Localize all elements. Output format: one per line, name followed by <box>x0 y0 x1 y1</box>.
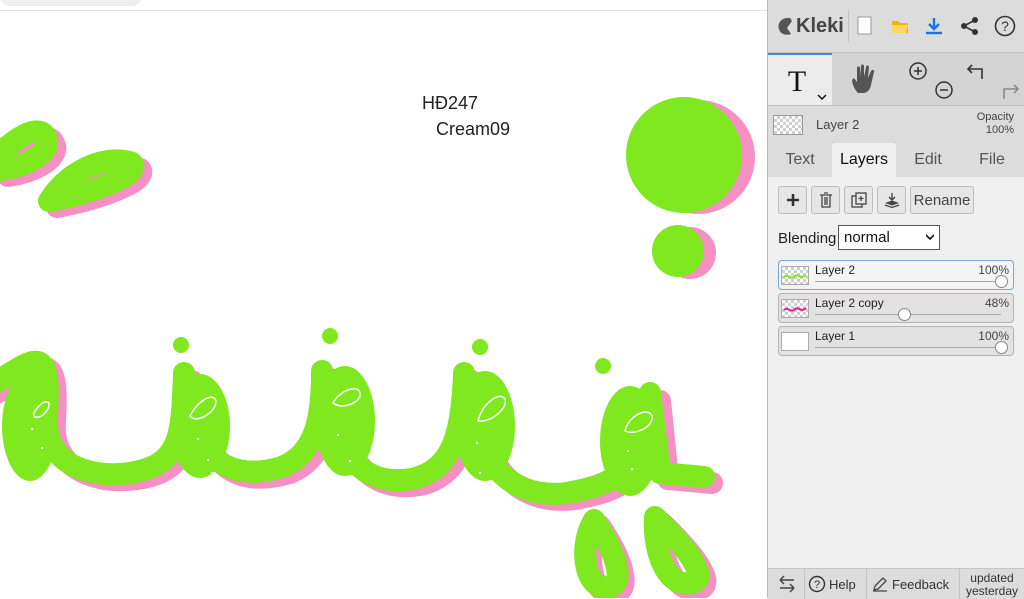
tab-edit[interactable]: Edit <box>896 143 960 177</box>
swap-arrows-icon[interactable] <box>776 575 798 593</box>
updated-line-2: yesterday <box>965 584 1019 598</box>
current-layer-info: Layer 2 Opacity 100% <box>768 106 1024 143</box>
canvas-drawing <box>0 97 755 598</box>
download-icon[interactable] <box>922 14 946 38</box>
duplicate-icon <box>850 192 867 208</box>
layer-thumbnail <box>781 299 809 318</box>
layer-opacity: 48% <box>984 296 1009 310</box>
rename-layer-button[interactable]: Rename <box>910 186 974 214</box>
kleki-logo[interactable]: Kleki <box>776 12 844 40</box>
opacity-slider-track <box>815 281 1001 282</box>
layer-name: Layer 2 <box>815 263 856 277</box>
redo-icon[interactable] <box>1003 84 1020 99</box>
current-layer-thumbnail <box>773 115 803 135</box>
opacity-label: Opacity <box>976 111 1014 123</box>
divider <box>866 569 867 599</box>
text-tool-icon: T <box>788 65 827 101</box>
updated-note[interactable]: updated yesterday <box>961 572 1023 598</box>
plus-icon <box>786 194 799 206</box>
drawing-canvas[interactable]: HĐ247 Cream09 <box>0 11 767 598</box>
tool-row: T <box>768 53 1024 106</box>
top-toolbar: Kleki ? <box>768 0 1024 53</box>
zoom-in-icon[interactable] <box>909 62 927 80</box>
delete-layer-button[interactable] <box>811 186 840 214</box>
layer-name: Layer 2 copy <box>815 296 884 310</box>
side-panel: Kleki ? T Layer 2 Opacity 100% Text Laye… <box>767 0 1024 599</box>
merge-down-button[interactable] <box>877 186 906 214</box>
help-circle-icon[interactable]: ? <box>993 14 1017 38</box>
help-button[interactable]: ? Help <box>808 575 856 593</box>
add-layer-button[interactable] <box>778 186 807 214</box>
divider <box>959 569 960 599</box>
layer-thumbnail <box>781 266 809 285</box>
feedback-label: Feedback <box>892 576 950 592</box>
layer-thumbnail <box>781 332 809 351</box>
zoom-buttons <box>898 53 958 105</box>
new-image-icon[interactable] <box>853 14 877 38</box>
help-label: Help <box>829 576 856 592</box>
undo-redo-buttons <box>962 53 1024 105</box>
current-layer-name: Layer 2 <box>816 117 860 132</box>
bottom-bar: ? Help Feedback updated yesterday <box>768 568 1024 599</box>
chevron-down-icon <box>926 234 934 241</box>
open-folder-icon[interactable] <box>888 14 912 38</box>
blending-select[interactable]: normal <box>838 225 940 250</box>
layer-row-layer-1[interactable]: Layer 1 100% <box>778 326 1014 356</box>
svg-text:?: ? <box>814 579 820 591</box>
opacity-slider-knob[interactable] <box>995 341 1008 354</box>
text-tool-button[interactable]: T <box>768 53 832 105</box>
feedback-button[interactable]: Feedback <box>872 575 949 593</box>
canvas-text-line-1: HĐ247 <box>422 93 479 113</box>
layer-row-layer-2[interactable]: Layer 2 100% <box>778 260 1014 290</box>
opacity-value: 100% <box>985 124 1014 136</box>
opacity-display[interactable]: Opacity 100% <box>977 111 1014 137</box>
blending-value: normal <box>844 229 890 246</box>
feedback-icon <box>873 577 887 592</box>
merge-down-icon <box>884 193 899 208</box>
opacity-slider-knob[interactable] <box>898 308 912 321</box>
tab-stub <box>0 0 142 6</box>
divider <box>804 569 805 599</box>
svg-text:T: T <box>788 65 806 98</box>
svg-text:?: ? <box>1001 18 1009 34</box>
share-icon[interactable] <box>958 14 982 38</box>
tab-file[interactable]: File <box>960 143 1024 177</box>
kleki-logo-icon <box>778 17 792 35</box>
logo-text: Kleki <box>796 14 844 37</box>
undo-icon[interactable] <box>966 64 983 79</box>
blending-label: Blending <box>778 230 837 247</box>
tab-layers[interactable]: Layers <box>832 143 896 177</box>
hand-tool-icon <box>852 64 875 93</box>
layer-row-layer-2-copy[interactable]: Layer 2 copy 48% <box>778 293 1014 323</box>
duplicate-layer-button[interactable] <box>844 186 873 214</box>
canvas-text-line-2: Cream09 <box>436 119 511 139</box>
opacity-slider-track <box>815 347 1001 348</box>
panel-tabs: Text Layers Edit File <box>768 143 1024 177</box>
layer-name: Layer 1 <box>815 329 856 343</box>
trash-icon <box>819 192 832 208</box>
browser-top-strip <box>0 0 767 11</box>
divider <box>848 10 849 42</box>
zoom-out-icon[interactable] <box>935 81 953 99</box>
hand-tool-button[interactable] <box>832 53 896 105</box>
layers-panel: Rename Blending normal Layer 2 100% Laye… <box>768 177 1024 568</box>
tab-text[interactable]: Text <box>768 143 832 177</box>
help-icon: ? <box>808 575 826 593</box>
opacity-slider-knob[interactable] <box>995 275 1008 288</box>
